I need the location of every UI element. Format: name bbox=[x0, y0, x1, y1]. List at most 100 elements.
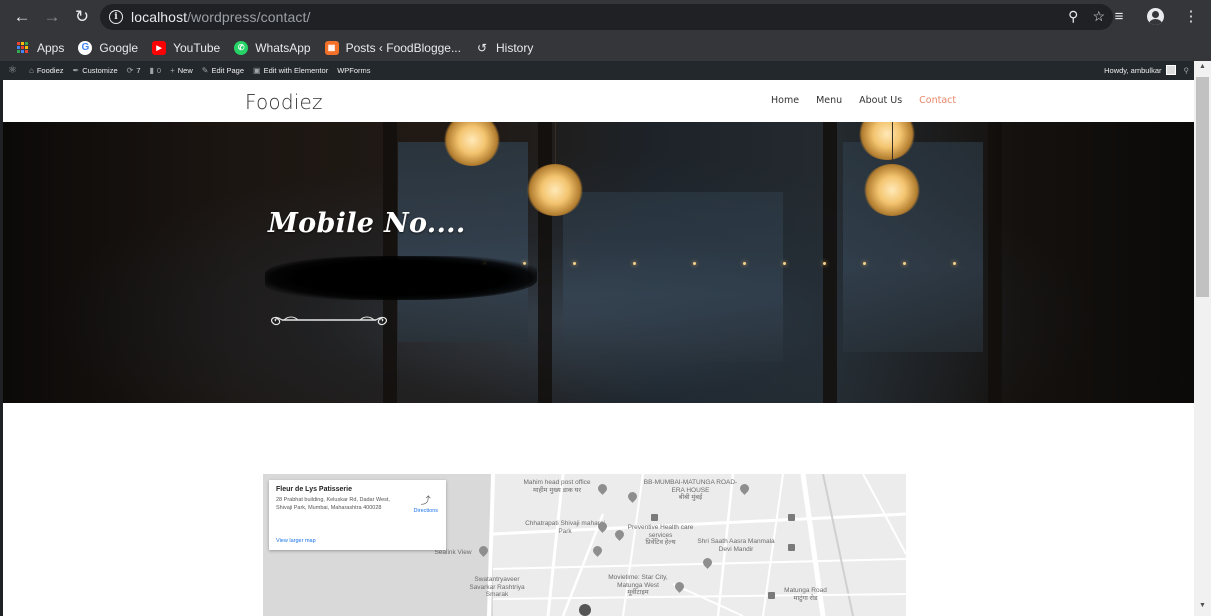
profile-button[interactable] bbox=[1145, 6, 1165, 26]
admin-elementor-label: Edit with Elementor bbox=[263, 66, 329, 75]
map-label: BB-MUMBAI-MATUNGA ROAD-ERA HOUSE बीबी मुं… bbox=[643, 479, 738, 502]
foodblogger-icon: ▦ bbox=[324, 40, 339, 55]
map-label-text: Mahim head post office bbox=[523, 479, 591, 486]
bookmark-whatsapp[interactable]: ✆ WhatsApp bbox=[234, 40, 311, 55]
map-marker-icon bbox=[788, 544, 795, 551]
admin-customize-label: Customize bbox=[82, 66, 118, 75]
nav-contact[interactable]: Contact bbox=[919, 95, 956, 106]
admin-account-link[interactable]: Howdy, ambulkar bbox=[1104, 65, 1176, 75]
map-label-text: माटुंगा रोड bbox=[793, 594, 818, 602]
comment-icon: ▮ bbox=[149, 66, 154, 75]
admin-wpforms-label: WPForms bbox=[337, 66, 371, 75]
hero-lamp bbox=[863, 122, 921, 216]
hero-title: Mobile No.... bbox=[268, 208, 466, 239]
google-map-embed[interactable]: Mahim head post office माहीम मुख्य डाक घर… bbox=[263, 474, 906, 616]
media-queue-icon[interactable]: ≡ bbox=[1109, 6, 1129, 26]
content-section: Mahim head post office माहीम मुख्य डाक घर… bbox=[3, 403, 1194, 616]
admin-comments-link[interactable]: ▮ 0 bbox=[150, 66, 162, 75]
map-label-text: मूवीटाइम bbox=[627, 589, 649, 596]
scrollbar-thumb[interactable] bbox=[1196, 77, 1209, 297]
bookmark-label: Posts ‹ FoodBlogge... bbox=[345, 40, 461, 55]
map-label-text: Swatantryaveer Savarkar Rashtriya Smarak bbox=[469, 576, 525, 598]
bookmark-label: WhatsApp bbox=[255, 40, 311, 55]
admin-comments-count: 0 bbox=[156, 66, 162, 75]
site-info-icon[interactable]: i bbox=[109, 10, 123, 24]
map-label: Preventive Health care services प्रिवेंटि… bbox=[623, 524, 698, 547]
admin-edit-page-link[interactable]: ✎ Edit Page bbox=[202, 66, 244, 75]
admin-wpforms-link[interactable]: WPForms bbox=[337, 66, 370, 75]
admin-customize-link[interactable]: ✒ Customize bbox=[73, 66, 118, 75]
view-larger-map-link[interactable]: View larger map bbox=[276, 538, 316, 544]
address-bar[interactable]: i localhost/wordpress/contact/ ⚲ ☆ bbox=[100, 4, 1113, 30]
home-icon: ⌂ bbox=[28, 66, 34, 75]
nav-about-us[interactable]: About Us bbox=[859, 95, 902, 106]
bookmark-youtube[interactable]: ▶ YouTube bbox=[152, 40, 221, 55]
url-path: /wordpress/contact/ bbox=[187, 9, 311, 25]
wordpress-logo-icon[interactable]: ⚛ bbox=[8, 65, 20, 76]
admin-new-label: New bbox=[177, 66, 193, 75]
page-viewport: Foodiez Home Menu About Us Contact Mobil… bbox=[3, 80, 1194, 616]
elementor-icon: ▣ bbox=[253, 66, 261, 75]
bookmark-apps[interactable]: Apps bbox=[16, 41, 64, 55]
menu-kebab-icon[interactable]: ⋮ bbox=[1181, 6, 1201, 26]
nav-menu[interactable]: Menu bbox=[816, 95, 842, 106]
map-directions-label: Directions bbox=[413, 508, 438, 514]
zoom-icon[interactable]: ⚲ bbox=[1068, 8, 1078, 25]
scroll-down-arrow-icon[interactable]: ▼ bbox=[1194, 602, 1211, 614]
hero-banner: Mobile No.... bbox=[3, 122, 1194, 403]
map-label-text: Movietime: Star City, Matunga West bbox=[608, 574, 668, 589]
nav-home[interactable]: Home bbox=[771, 95, 799, 106]
map-marker-icon bbox=[788, 514, 795, 521]
history-icon: ↺ bbox=[476, 40, 488, 55]
hero-beam bbox=[988, 122, 1002, 403]
forward-arrow-icon[interactable]: → bbox=[39, 4, 65, 30]
map-label-text: Shri Saath Aasra Manmala Devi Mandir bbox=[697, 538, 775, 553]
map-label-text: BB-MUMBAI-MATUNGA ROAD-ERA HOUSE bbox=[643, 479, 738, 494]
admin-elementor-link[interactable]: ▣ Edit with Elementor bbox=[253, 66, 328, 75]
admin-avatar bbox=[1165, 65, 1176, 75]
bookmark-label: Google bbox=[99, 40, 139, 55]
admin-edit-page-label: Edit Page bbox=[211, 66, 245, 75]
map-directions-button[interactable]: ⤴ Directions bbox=[414, 492, 438, 514]
bookmark-label: Apps bbox=[37, 40, 65, 55]
admin-new-link[interactable]: + New bbox=[170, 66, 193, 75]
map-label: Movietime: Star City, Matunga West मूवीटा… bbox=[598, 574, 678, 597]
bookmark-label: YouTube bbox=[173, 40, 221, 55]
bookmark-star-icon[interactable]: ☆ bbox=[1092, 8, 1105, 25]
scroll-up-arrow-icon[interactable]: ▲ bbox=[1194, 63, 1211, 75]
admin-site-link[interactable]: ⌂ Foodiez bbox=[29, 66, 64, 75]
page-scrollbar[interactable]: ▲ ▼ bbox=[1194, 61, 1211, 616]
bookmark-history[interactable]: ↺ History bbox=[475, 41, 533, 55]
map-place-card: Fleur de Lys Patisserie 28 Prabhat build… bbox=[269, 480, 446, 550]
map-label: Shri Saath Aasra Manmala Devi Mandir bbox=[691, 538, 781, 553]
map-label-text: माहीम मुख्य डाक घर bbox=[532, 486, 582, 494]
bookmark-google[interactable]: G Google bbox=[78, 40, 139, 55]
hero-window bbox=[563, 192, 783, 362]
bookmark-label: History bbox=[495, 40, 534, 55]
map-label-text: Chhatrapati Shivaji maharaj Park bbox=[525, 520, 605, 535]
url-host: localhost bbox=[131, 9, 188, 25]
site-header: Foodiez Home Menu About Us Contact bbox=[3, 80, 1194, 122]
brush-icon: ✒ bbox=[72, 66, 80, 75]
url-text[interactable]: localhost/wordpress/contact/ bbox=[131, 9, 310, 25]
youtube-icon: ▶ bbox=[152, 40, 167, 55]
map-label: Swatantryaveer Savarkar Rashtriya Smarak bbox=[467, 576, 527, 599]
main-nav: Home Menu About Us Contact bbox=[771, 95, 956, 106]
whatsapp-icon: ✆ bbox=[234, 40, 249, 55]
map-label-text: Matunga Road bbox=[784, 587, 827, 594]
browser-toolbar: ← → ↻ i localhost/wordpress/contact/ ⚲ ☆… bbox=[0, 0, 1211, 34]
map-label-text: Preventive Health care services bbox=[627, 524, 694, 539]
map-place-address: 28 Prabhat building, Keluskar Rd, Dadar … bbox=[276, 497, 390, 511]
reload-icon[interactable]: ↻ bbox=[69, 4, 95, 30]
bookmark-posts-foodblogger[interactable]: ▦ Posts ‹ FoodBlogge... bbox=[324, 40, 461, 55]
apps-grid-icon bbox=[16, 41, 30, 55]
admin-site-label: Foodiez bbox=[36, 66, 64, 75]
map-label: Mahim head post office माहीम मुख्य डाक घर bbox=[507, 479, 607, 494]
hero-string-lights bbox=[483, 262, 983, 265]
site-title[interactable]: Foodiez bbox=[245, 90, 323, 114]
back-arrow-icon[interactable]: ← bbox=[9, 4, 35, 30]
admin-search-icon[interactable]: ⚲ bbox=[1184, 66, 1190, 75]
admin-updates-link[interactable]: ⟳ 7 bbox=[127, 66, 141, 75]
google-icon: G bbox=[78, 40, 93, 55]
ornamental-divider-icon bbox=[270, 316, 388, 326]
